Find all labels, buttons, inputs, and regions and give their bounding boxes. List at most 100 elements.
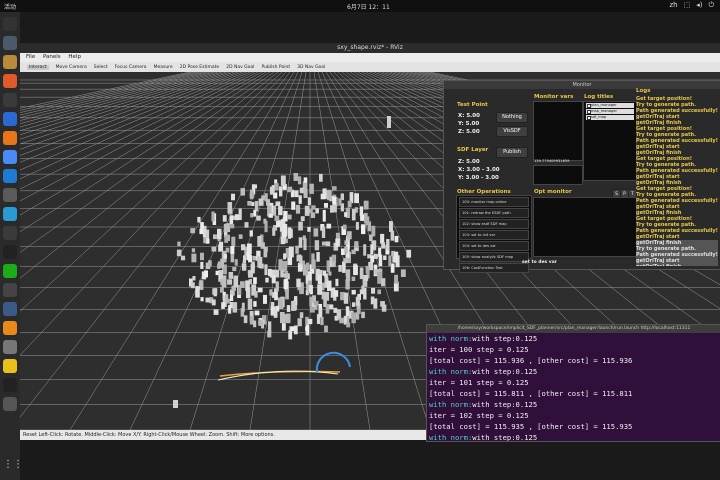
obstacle-cube [295, 245, 299, 254]
window-title[interactable]: sxy_shape.rviz* - RViz [20, 43, 720, 53]
terminal-title[interactable]: /home/sxy/workspace/implicit_SDF_planner… [427, 325, 720, 333]
obstacle-cube [230, 246, 235, 255]
operation-item[interactable]: 100: monitor map online [459, 197, 529, 207]
firefox-icon[interactable] [3, 131, 17, 145]
system-tray[interactable]: zh ⬚ ◂) ⏻ [669, 1, 714, 10]
obstacle-cube [322, 209, 326, 222]
norm-prefix: with norm: [429, 433, 473, 442]
obstacle-cube [318, 308, 323, 318]
monitor-var-value: 139.779409931659 [534, 159, 570, 163]
operation-item[interactable]: 105: show analytic SDF map [459, 252, 529, 262]
power-icon[interactable]: ⏻ [708, 1, 714, 10]
obstacle-cube [332, 261, 336, 267]
trash-icon[interactable] [3, 397, 17, 411]
yellow-app-icon[interactable] [3, 359, 17, 373]
log-title-checkbox[interactable]: plan_manager [586, 103, 634, 108]
terminal-window[interactable]: /home/sxy/workspace/implicit_SDF_planner… [426, 324, 720, 442]
software-icon[interactable] [3, 74, 17, 88]
rviz-icon[interactable] [3, 378, 17, 392]
terminal-line: iter = 100 step = 0.125 [427, 344, 720, 355]
obstacle-cube [331, 254, 337, 263]
obstacle-cube [205, 297, 210, 303]
terminal2-icon[interactable] [3, 93, 17, 107]
obstacle-cube [227, 279, 233, 285]
tool-interact[interactable]: Interact [27, 64, 49, 70]
obs-icon[interactable] [3, 245, 17, 259]
obstacle-cube [200, 297, 204, 302]
operations-list[interactable]: 100: monitor map online 101: redraw the E… [456, 195, 532, 273]
files-icon[interactable] [3, 55, 17, 69]
menu-file[interactable]: File [26, 54, 35, 60]
tool-3d-nav-goal[interactable]: 3D Nav Goal [297, 65, 325, 70]
help-icon[interactable] [3, 112, 17, 126]
obstacle-cube [266, 199, 270, 206]
obstacle-cube [332, 186, 337, 191]
obstacle-cube [369, 234, 373, 241]
logs-panel[interactable]: Logs Get target position! Try to generate… [636, 88, 718, 266]
obstacle-cube [351, 249, 356, 255]
log-title-checkbox[interactable]: sdf_map [586, 115, 634, 120]
volume-icon[interactable]: ◂) [696, 1, 702, 10]
chrome-icon[interactable] [3, 150, 17, 164]
tool-measure[interactable]: Measure [154, 65, 173, 70]
test-point-x: X: 5.00 [458, 113, 480, 119]
terminal-line: iter = 102 step = 0.125 [427, 410, 720, 421]
vscode-icon[interactable] [3, 169, 17, 183]
obstacle-cube [317, 284, 323, 295]
obstacle-cube [326, 241, 331, 247]
vissdf-button[interactable]: VisSDF [496, 126, 528, 137]
obstacle-cube [400, 269, 406, 277]
terminal-icon[interactable] [3, 17, 17, 31]
screenshot-icon[interactable] [3, 302, 17, 316]
obstacle-cube [296, 278, 301, 287]
settings-icon[interactable] [3, 340, 17, 354]
log-title-checkbox[interactable]: map_manager [586, 109, 634, 114]
obstacle-cube [290, 326, 295, 332]
monitor-vars-box-2[interactable] [533, 165, 583, 185]
operation-item[interactable]: 106: CostFunction Test [459, 263, 529, 273]
obstacle-cube [319, 173, 323, 182]
show-apps-icon[interactable]: ⋮⋮ [3, 458, 23, 472]
activities-button[interactable]: 活动 [4, 2, 16, 11]
tool-focus-camera[interactable]: Focus Camera [115, 65, 147, 70]
opt-monitor-box[interactable] [533, 197, 637, 257]
text-editor-icon[interactable] [3, 188, 17, 202]
obstacle-cube [303, 238, 307, 251]
obstacle-cube [232, 266, 237, 272]
operation-item[interactable]: 101: redraw the ESDF path [459, 208, 529, 218]
tool-2d-pose-estimate[interactable]: 2D Pose Estimate [180, 65, 220, 70]
menu-help[interactable]: Help [68, 54, 81, 60]
obstacle-cube [233, 275, 239, 288]
operation-item[interactable]: 104: set to des var [459, 241, 529, 251]
obstacle-cube [220, 286, 224, 293]
menu-panels[interactable]: Panels [43, 54, 61, 60]
network-icon[interactable]: ⬚ [684, 1, 691, 10]
wechat-icon[interactable] [3, 264, 17, 278]
log-titles-list[interactable]: plan_manager map_manager sdf_map [583, 101, 637, 181]
tool-publish-point[interactable]: Publish Point [261, 65, 290, 70]
obstacle-cube [394, 274, 398, 284]
obstacle-cube [298, 176, 302, 185]
rviz-dev-icon[interactable] [3, 226, 17, 240]
operation-item[interactable]: 103: set to init var [459, 230, 529, 240]
publish-button[interactable]: Publish [496, 147, 528, 158]
set-des-var-button[interactable]: set to des var [522, 260, 557, 265]
operation-item[interactable]: 102: show esdf SDF map [459, 219, 529, 229]
tool-2d-nav-goal[interactable]: 2D Nav Goal [226, 65, 254, 70]
app-icon[interactable] [3, 207, 17, 221]
tool-select[interactable]: Select [94, 65, 108, 70]
obstacle-cube [321, 226, 326, 238]
monitor-vars-box[interactable] [533, 101, 583, 161]
apps-icon[interactable] [3, 283, 17, 297]
tool-move-camera[interactable]: Move Camera [56, 65, 87, 70]
obstacle-cube [330, 205, 334, 213]
orange-app-icon[interactable] [3, 321, 17, 335]
language-indicator[interactable]: zh [669, 1, 677, 10]
obstacle-cube [220, 278, 226, 286]
obstacle-cube [338, 265, 342, 272]
obstacle-cube [217, 228, 222, 240]
clock[interactable]: 6月7日 12：11 [347, 2, 390, 11]
monitor-icon[interactable] [3, 36, 17, 50]
nothing-button[interactable]: Nothing [496, 112, 528, 123]
obstacle-cube [256, 215, 261, 221]
